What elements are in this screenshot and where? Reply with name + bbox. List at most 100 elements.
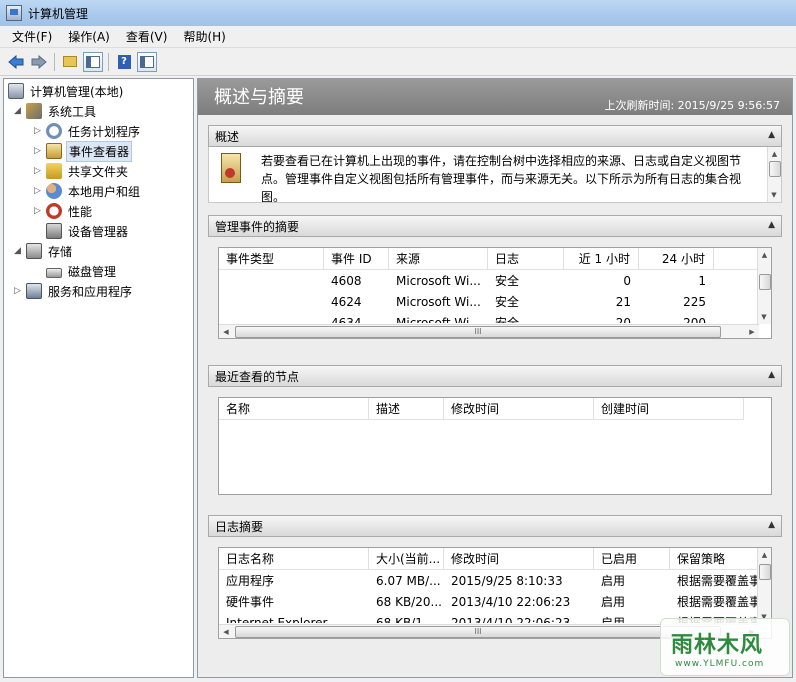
- table-row[interactable]: 4624 Microsoft Wi... 安全 21 225: [219, 292, 714, 313]
- column-header[interactable]: 修改时间: [444, 548, 594, 570]
- cell-modified: 2013/4/10 22:06:23: [451, 595, 571, 609]
- column-header[interactable]: 保留策略: [670, 548, 759, 570]
- column-header[interactable]: 创建时间: [594, 398, 744, 420]
- column-header[interactable]: 事件 ID: [324, 248, 389, 270]
- tree-item-event-viewer[interactable]: ▷ 事件查看器: [32, 140, 133, 162]
- column-header[interactable]: 描述: [369, 398, 444, 420]
- watermark-logo: 雨林木风 www.YLMFU.com: [660, 618, 790, 676]
- expanded-arrow-icon[interactable]: ◢: [12, 106, 23, 116]
- cell-log: 安全: [495, 316, 520, 323]
- back-arrow-icon[interactable]: [6, 52, 26, 72]
- column-header[interactable]: 来源: [389, 248, 488, 270]
- section-recent-header[interactable]: 最近查看的节点 ▲: [208, 365, 782, 387]
- forward-arrow-icon[interactable]: [29, 52, 49, 72]
- menu-bar: 文件(F) 操作(A) 查看(V) 帮助(H): [0, 26, 796, 48]
- clock-icon: [46, 123, 62, 139]
- scroll-left-icon[interactable]: ◀: [219, 325, 233, 338]
- column-header[interactable]: 名称: [219, 398, 369, 420]
- overview-scrollbar[interactable]: ▲ ▼: [767, 147, 781, 202]
- column-header[interactable]: 已启用: [594, 548, 670, 570]
- header-band: 概述与摘要 上次刷新时间: 2015/9/25 9:56:57: [198, 79, 792, 115]
- scroll-thumb[interactable]: [759, 274, 771, 290]
- menu-view[interactable]: 查看(V): [118, 28, 176, 45]
- column-header[interactable]: 24 小时: [639, 248, 714, 270]
- cell-id: 4624: [331, 295, 362, 309]
- section-title: 管理事件的摘要: [215, 219, 300, 234]
- tree-item-task-scheduler[interactable]: ▷ 任务计划程序: [32, 121, 142, 141]
- scroll-left-icon[interactable]: ◀: [219, 625, 233, 638]
- page-title: 概述与摘要: [214, 87, 304, 108]
- scroll-down-icon[interactable]: ▼: [758, 310, 770, 324]
- up-folder-icon[interactable]: [60, 52, 80, 72]
- tree-label: 系统工具: [48, 104, 97, 119]
- section-overview-header[interactable]: 概述 ▲: [208, 125, 782, 147]
- show-hide-tree-icon[interactable]: [83, 51, 103, 72]
- expanded-arrow-icon[interactable]: ◢: [12, 246, 23, 256]
- tree-item-storage[interactable]: ◢ 存储: [12, 241, 74, 261]
- table-row[interactable]: 4634 Microsoft Wi... 安全 20 200: [219, 313, 714, 323]
- column-header[interactable]: 事件类型: [219, 248, 324, 270]
- collapsed-arrow-icon[interactable]: ▷: [12, 286, 23, 296]
- collapsed-arrow-icon[interactable]: ▷: [32, 126, 43, 136]
- collapsed-arrow-icon[interactable]: ▷: [32, 146, 43, 156]
- shared-folder-icon: [46, 163, 62, 179]
- tree-item-disk-management[interactable]: 磁盘管理: [46, 261, 118, 281]
- menu-action[interactable]: 操作(A): [60, 28, 118, 45]
- services-icon: [26, 283, 42, 299]
- tree-item-device-manager[interactable]: 设备管理器: [46, 221, 130, 241]
- menu-help[interactable]: 帮助(H): [175, 28, 233, 45]
- tools-icon: [26, 103, 42, 119]
- collapsed-arrow-icon[interactable]: ▷: [32, 186, 43, 196]
- tree-item-system-tools[interactable]: ◢ 系统工具: [12, 101, 98, 121]
- cell-policy: 根据需要覆盖事件: [677, 574, 759, 588]
- menu-file[interactable]: 文件(F): [4, 28, 60, 45]
- tree-item-shared-folders[interactable]: ▷ 共享文件夹: [32, 161, 130, 181]
- column-header[interactable]: 修改时间: [444, 398, 594, 420]
- summary-vscrollbar[interactable]: ▲ ▼: [757, 248, 771, 324]
- tree-item-local-users[interactable]: ▷ 本地用户和组: [32, 181, 142, 201]
- tree-item-services-apps[interactable]: ▷ 服务和应用程序: [12, 281, 134, 301]
- scroll-thumb[interactable]: [769, 161, 781, 177]
- scroll-right-icon[interactable]: ▶: [745, 325, 759, 338]
- scroll-down-icon[interactable]: ▼: [768, 188, 780, 202]
- help-icon[interactable]: ?: [114, 52, 134, 72]
- tree-item-performance[interactable]: ▷ 性能: [32, 201, 94, 221]
- tree-label: 任务计划程序: [68, 124, 141, 139]
- scroll-up-icon[interactable]: ▲: [758, 548, 771, 562]
- scroll-thumb[interactable]: III: [235, 626, 721, 638]
- computer-icon: [8, 83, 24, 99]
- tree-label: 计算机管理(本地): [30, 84, 124, 99]
- collapsed-arrow-icon[interactable]: ▷: [32, 206, 43, 216]
- cell-source: Microsoft Wi...: [396, 316, 481, 323]
- scroll-up-icon[interactable]: ▲: [758, 248, 771, 262]
- column-header[interactable]: 日志名称: [219, 548, 369, 570]
- table-header: 名称 描述 修改时间 创建时间: [219, 398, 744, 420]
- table-row[interactable]: 4608 Microsoft Wi... 安全 0 1: [219, 271, 714, 292]
- section-logs-header[interactable]: 日志摘要 ▲: [208, 515, 782, 537]
- column-header[interactable]: 日志: [488, 248, 564, 270]
- action-pane-icon[interactable]: [137, 51, 157, 72]
- tree-label: 设备管理器: [68, 224, 129, 239]
- tree-item-root[interactable]: 计算机管理(本地): [8, 81, 125, 101]
- cell-log-name: 硬件事件: [226, 595, 275, 609]
- scroll-thumb[interactable]: III: [235, 326, 721, 338]
- section-summary-header[interactable]: 管理事件的摘要 ▲: [208, 215, 782, 237]
- watermark-url: www.YLMFU.com: [675, 659, 765, 669]
- column-header[interactable]: 大小(当前...: [369, 548, 444, 570]
- table-row[interactable]: 应用程序 6.07 MB/... 2015/9/25 8:10:33 启用 根据…: [219, 571, 759, 592]
- collapse-icon[interactable]: ▲: [768, 370, 775, 380]
- collapse-icon[interactable]: ▲: [768, 520, 775, 530]
- tree-label: 服务和应用程序: [48, 284, 133, 299]
- collapse-icon[interactable]: ▲: [768, 130, 775, 140]
- collapse-icon[interactable]: ▲: [768, 220, 775, 230]
- details-pane: 概述与摘要 上次刷新时间: 2015/9/25 9:56:57 概述 ▲ 若要查…: [197, 78, 793, 678]
- logs-vscrollbar[interactable]: ▲ ▼: [757, 548, 771, 624]
- scroll-up-icon[interactable]: ▲: [768, 147, 781, 161]
- summary-hscrollbar[interactable]: ◀ III ▶: [219, 324, 759, 338]
- cell-size: 68 KB/20...: [376, 595, 442, 609]
- column-header[interactable]: 近 1 小时: [564, 248, 639, 270]
- table-row[interactable]: 硬件事件 68 KB/20... 2013/4/10 22:06:23 启用 根…: [219, 592, 759, 613]
- cell-modified: 2015/9/25 8:10:33: [451, 574, 563, 588]
- collapsed-arrow-icon[interactable]: ▷: [32, 166, 43, 176]
- scroll-thumb[interactable]: [759, 564, 771, 580]
